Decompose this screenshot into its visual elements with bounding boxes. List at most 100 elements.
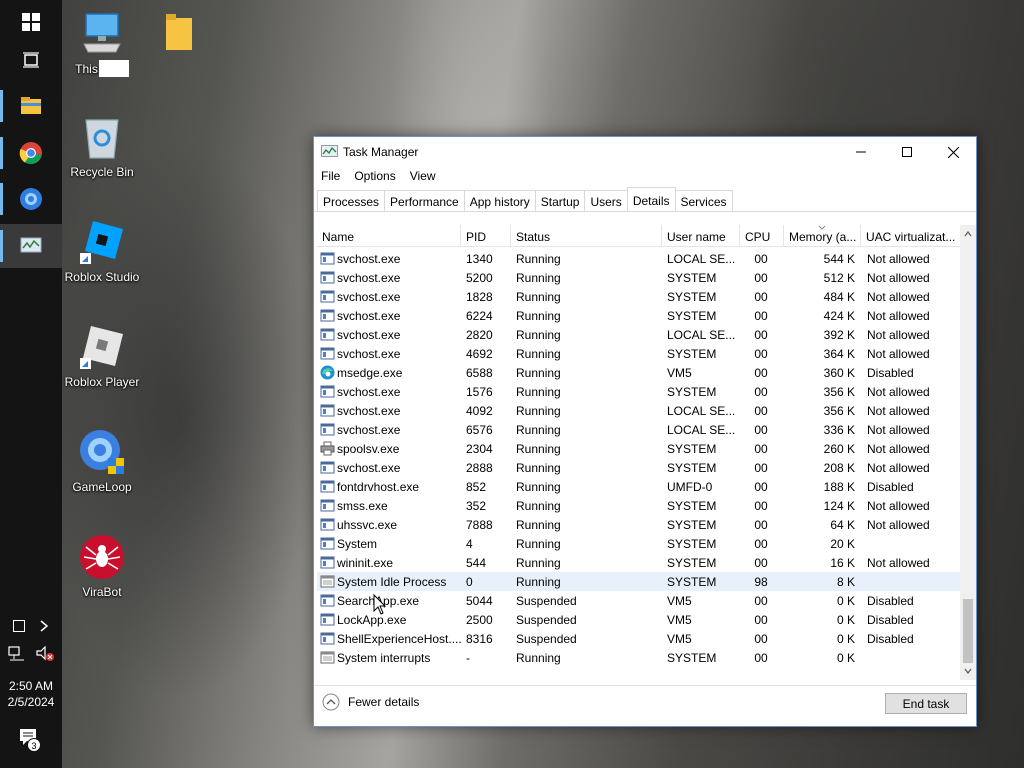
- desktop-icon-label: ViraBot: [82, 585, 122, 599]
- action-center-button[interactable]: 3: [0, 728, 62, 752]
- close-button[interactable]: [930, 137, 976, 167]
- table-row[interactable]: LockApp.exe 2500 Suspended VM5 00 0 K Disabled: [317, 610, 960, 629]
- computer-icon: [83, 13, 121, 53]
- desktop-icon-roblox-studio[interactable]: Roblox Studio: [62, 218, 142, 284]
- cell-uac-virtualization: Not allowed: [867, 328, 930, 342]
- service-process-icon: [320, 498, 335, 513]
- tab-strip: Processes Performance App history Startu…: [317, 187, 733, 212]
- window-title: Task Manager: [343, 145, 419, 159]
- taskbar-clock[interactable]: 2:50 AM 2/5/2024: [0, 678, 62, 710]
- tab-services[interactable]: Services: [674, 190, 733, 212]
- end-task-button[interactable]: End task: [885, 693, 967, 714]
- cell-memory: 16 K: [830, 556, 855, 570]
- column-header-cpu[interactable]: CPU: [740, 225, 784, 247]
- table-row[interactable]: fontdrvhost.exe 852 Running UMFD-0 00 188 K Di…: [317, 477, 960, 496]
- tab-app-history[interactable]: App history: [463, 190, 536, 212]
- clock-date: 2/5/2024: [7, 695, 55, 709]
- tab-performance[interactable]: Performance: [384, 190, 465, 212]
- task-view-button[interactable]: [0, 38, 62, 82]
- menu-file[interactable]: File: [314, 167, 347, 187]
- cell-pid: 0: [466, 575, 473, 589]
- table-row[interactable]: svchost.exe 5200 Running SYSTEM 00 512 K Not a…: [317, 268, 960, 287]
- desktop-icon-recycle-bin[interactable]: Recycle Bin: [62, 113, 142, 179]
- table-row[interactable]: svchost.exe 4092 Running LOCAL SE... 00 356 K…: [317, 401, 960, 420]
- tab-users[interactable]: Users: [584, 190, 628, 212]
- column-header-name[interactable]: Name: [317, 225, 461, 247]
- desktop-icon-roblox-player[interactable]: Roblox Player: [62, 323, 142, 389]
- cell-memory: 360 K: [823, 366, 855, 380]
- table-row[interactable]: svchost.exe 1576 Running SYSTEM 00 356 K Not a…: [317, 382, 960, 401]
- tab-details[interactable]: Details: [626, 187, 676, 211]
- tab-startup[interactable]: Startup: [534, 190, 586, 212]
- table-row[interactable]: svchost.exe 2888 Running SYSTEM 00 208 K Not a…: [317, 458, 960, 477]
- table-row[interactable]: uhssvc.exe 7888 Running SYSTEM 00 64 K Not all…: [317, 515, 960, 534]
- desktop-icon-virabot[interactable]: ViraBot: [62, 533, 142, 599]
- table-row[interactable]: System 4 Running SYSTEM 00 20 K: [317, 534, 960, 553]
- cell-user-name: LOCAL SE...: [667, 423, 736, 437]
- table-row[interactable]: svchost.exe 4692 Running SYSTEM 00 364 K Not a…: [317, 344, 960, 363]
- column-header-status[interactable]: Status: [511, 225, 662, 247]
- fewer-details-button[interactable]: Fewer details: [322, 693, 419, 711]
- table-row[interactable]: svchost.exe 1828 Running SYSTEM 00 484 K Not a…: [317, 287, 960, 306]
- task-manager-icon: [321, 145, 338, 157]
- menu-options[interactable]: Options: [347, 167, 402, 187]
- table-row[interactable]: System Idle Process 0 Running SYSTEM 98 8 K: [317, 572, 960, 591]
- close-icon: [947, 146, 959, 158]
- taskbar-chrome[interactable]: [0, 131, 62, 175]
- table-row[interactable]: SearchApp.exe 5044 Suspended VM5 00 0 K Disabl…: [317, 591, 960, 610]
- table-row[interactable]: spoolsv.exe 2304 Running SYSTEM 00 260 K Not a…: [317, 439, 960, 458]
- cell-uac-virtualization: Not allowed: [867, 499, 930, 513]
- cell-user-name: SYSTEM: [667, 442, 717, 456]
- scroll-down-icon[interactable]: [964, 668, 972, 674]
- volume-muted-icon[interactable]: [36, 646, 54, 662]
- cell-cpu: 00: [754, 461, 768, 475]
- table-row[interactable]: smss.exe 352 Running SYSTEM 00 124 K Not allow…: [317, 496, 960, 515]
- table-row[interactable]: wininit.exe 544 Running SYSTEM 00 16 K Not all…: [317, 553, 960, 572]
- desktop-icon-gameloop[interactable]: GameLoop: [62, 428, 142, 494]
- cell-pid: 1576: [466, 385, 493, 399]
- cell-user-name: SYSTEM: [667, 575, 717, 589]
- table-row[interactable]: svchost.exe 2820 Running LOCAL SE... 00 392 K…: [317, 325, 960, 344]
- table-row[interactable]: System interrupts - Running SYSTEM 00 0 K: [317, 648, 960, 667]
- tab-processes[interactable]: Processes: [317, 190, 386, 212]
- column-header-user-name[interactable]: User name: [662, 225, 740, 247]
- cell-uac-virtualization: Not allowed: [867, 442, 930, 456]
- cell-name: svchost.exe: [337, 328, 401, 342]
- taskbar-task-manager[interactable]: [0, 224, 62, 268]
- network-icon[interactable]: [8, 646, 26, 662]
- title-bar[interactable]: Task Manager: [314, 137, 976, 167]
- cell-pid: 4: [466, 537, 473, 551]
- table-row[interactable]: svchost.exe 6576 Running LOCAL SE... 00 336 K…: [317, 420, 960, 439]
- chevron-right-icon[interactable]: [39, 620, 49, 632]
- scroll-up-icon[interactable]: [964, 231, 972, 237]
- column-header-pid[interactable]: PID: [461, 225, 511, 247]
- taskbar-gameloop[interactable]: [0, 177, 62, 221]
- service-process-icon: [320, 327, 335, 342]
- menu-view[interactable]: View: [403, 167, 443, 187]
- minimize-icon: [856, 151, 866, 153]
- chevron-up-circle-icon: [322, 693, 340, 711]
- minimize-button[interactable]: [838, 137, 884, 167]
- cell-status: Running: [516, 385, 561, 399]
- cell-memory: 336 K: [823, 423, 855, 437]
- desktop-icon-label: GameLoop: [72, 480, 132, 494]
- running-indicator: [0, 183, 3, 215]
- scrollbar-thumb[interactable]: [963, 599, 973, 663]
- desktop-icon-this-pc[interactable]: This: [62, 8, 142, 77]
- cell-name: System: [337, 537, 378, 551]
- vertical-scrollbar[interactable]: [960, 225, 976, 680]
- desktop-icon-label: Recycle Bin: [70, 165, 134, 179]
- cell-user-name: UMFD-0: [667, 480, 713, 494]
- table-row[interactable]: svchost.exe 6224 Running SYSTEM 00 424 K Not a…: [317, 306, 960, 325]
- taskbar-file-explorer[interactable]: [0, 84, 62, 128]
- table-row[interactable]: svchost.exe 1340 Running LOCAL SE... 00 544 K…: [317, 249, 960, 268]
- table-row[interactable]: msedge.exe 6588 Running VM5 00 360 K Disabled: [317, 363, 960, 382]
- task-manager-icon: [20, 237, 42, 253]
- column-header-uac-virtualization[interactable]: UAC virtualizat...: [861, 225, 960, 247]
- desktop-icon-folder[interactable]: [139, 8, 219, 60]
- table-row[interactable]: ShellExperienceHost.... 8316 Suspended VM5 0…: [317, 629, 960, 648]
- show-desktop-icon[interactable]: [13, 620, 25, 632]
- desktop-icon-label: Roblox Studio: [64, 270, 140, 284]
- taskbar: 2:50 AM 2/5/2024 3: [0, 0, 62, 768]
- maximize-button[interactable]: [884, 137, 930, 167]
